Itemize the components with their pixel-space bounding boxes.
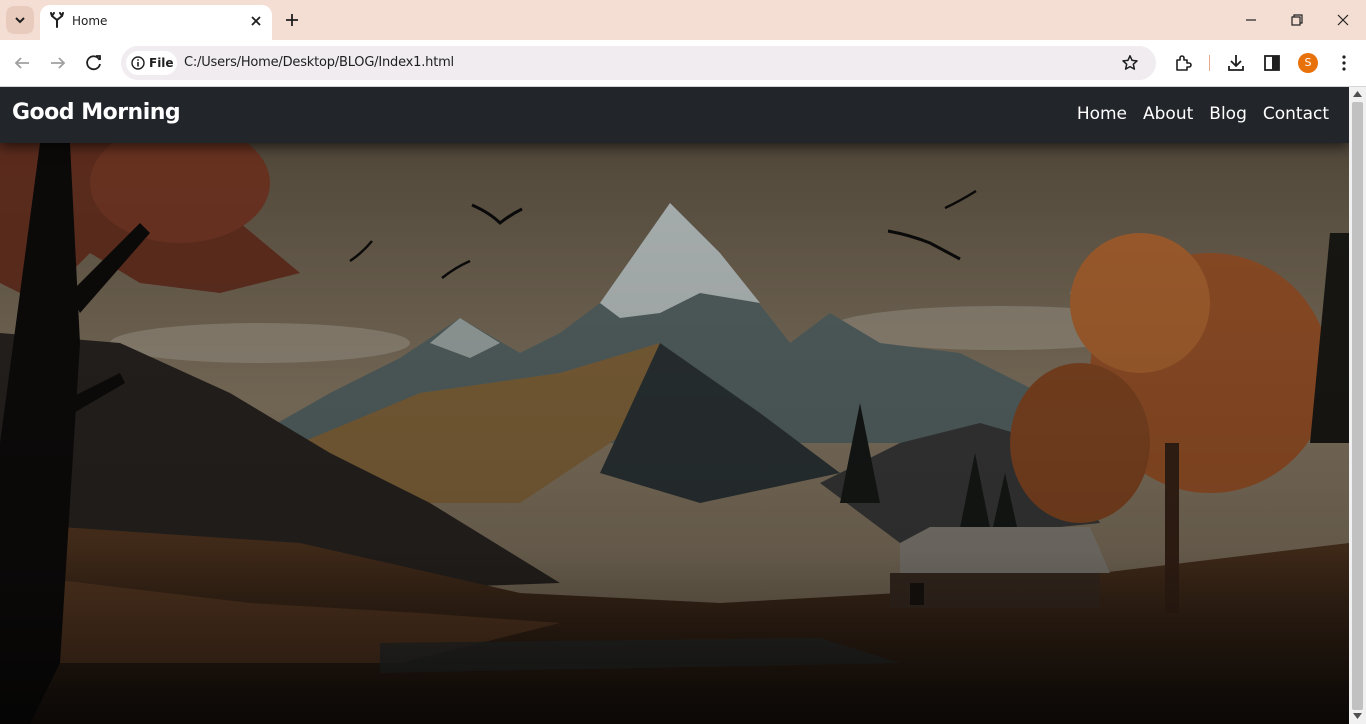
browser-tab[interactable]: Home — [40, 5, 272, 40]
toolbar-divider — [1209, 55, 1210, 71]
more-menu-icon[interactable] — [1333, 52, 1355, 74]
nav-about-link[interactable]: About — [1143, 104, 1193, 124]
nav-links: Home About Blog Contact — [1077, 104, 1329, 124]
bookmark-star-icon[interactable] — [1121, 54, 1139, 72]
site-navbar: Good Morning Home About Blog Contact — [0, 87, 1349, 143]
browser-toolbar: File C:/Users/Home/Desktop/BLOG/Index1.h… — [0, 40, 1366, 87]
nav-home-link[interactable]: Home — [1077, 104, 1127, 124]
extensions-icon[interactable] — [1172, 52, 1194, 74]
address-bar[interactable]: File C:/Users/Home/Desktop/BLOG/Index1.h… — [121, 46, 1156, 80]
scroll-down-icon[interactable] — [1353, 713, 1362, 720]
page-scrollbar[interactable] — [1349, 87, 1366, 724]
close-window-icon[interactable] — [1333, 10, 1353, 30]
deer-antler-icon — [50, 12, 64, 28]
page-viewport: Good Morning Home About Blog Contact — [0, 87, 1349, 724]
info-icon — [131, 56, 145, 70]
scroll-thumb[interactable] — [1352, 102, 1363, 710]
chevron-down-icon — [15, 17, 25, 24]
close-tab-icon[interactable] — [249, 14, 263, 28]
forward-icon[interactable] — [47, 52, 69, 74]
site-info-chip[interactable]: File — [126, 51, 177, 75]
brand-logo[interactable]: Good Morning — [12, 100, 181, 125]
hero-image — [0, 143, 1349, 724]
url-text[interactable]: C:/Users/Home/Desktop/BLOG/Index1.html — [184, 55, 454, 70]
landscape-illustration — [0, 143, 1349, 724]
nav-blog-link[interactable]: Blog — [1209, 104, 1247, 124]
scroll-up-icon[interactable] — [1353, 90, 1362, 97]
tab-search-button[interactable] — [6, 6, 34, 34]
profile-avatar[interactable]: S — [1298, 53, 1318, 73]
back-icon[interactable] — [11, 52, 33, 74]
restore-icon[interactable] — [1287, 10, 1307, 30]
tab-strip: Home — [0, 0, 1366, 40]
site-chip-label: File — [149, 56, 174, 70]
new-tab-icon[interactable] — [283, 11, 301, 29]
side-panel-icon[interactable] — [1261, 52, 1283, 74]
tab-title: Home — [72, 14, 108, 28]
minimize-icon[interactable] — [1241, 10, 1261, 30]
download-icon[interactable] — [1225, 52, 1247, 74]
nav-contact-link[interactable]: Contact — [1263, 104, 1329, 124]
reload-icon[interactable] — [83, 52, 105, 74]
